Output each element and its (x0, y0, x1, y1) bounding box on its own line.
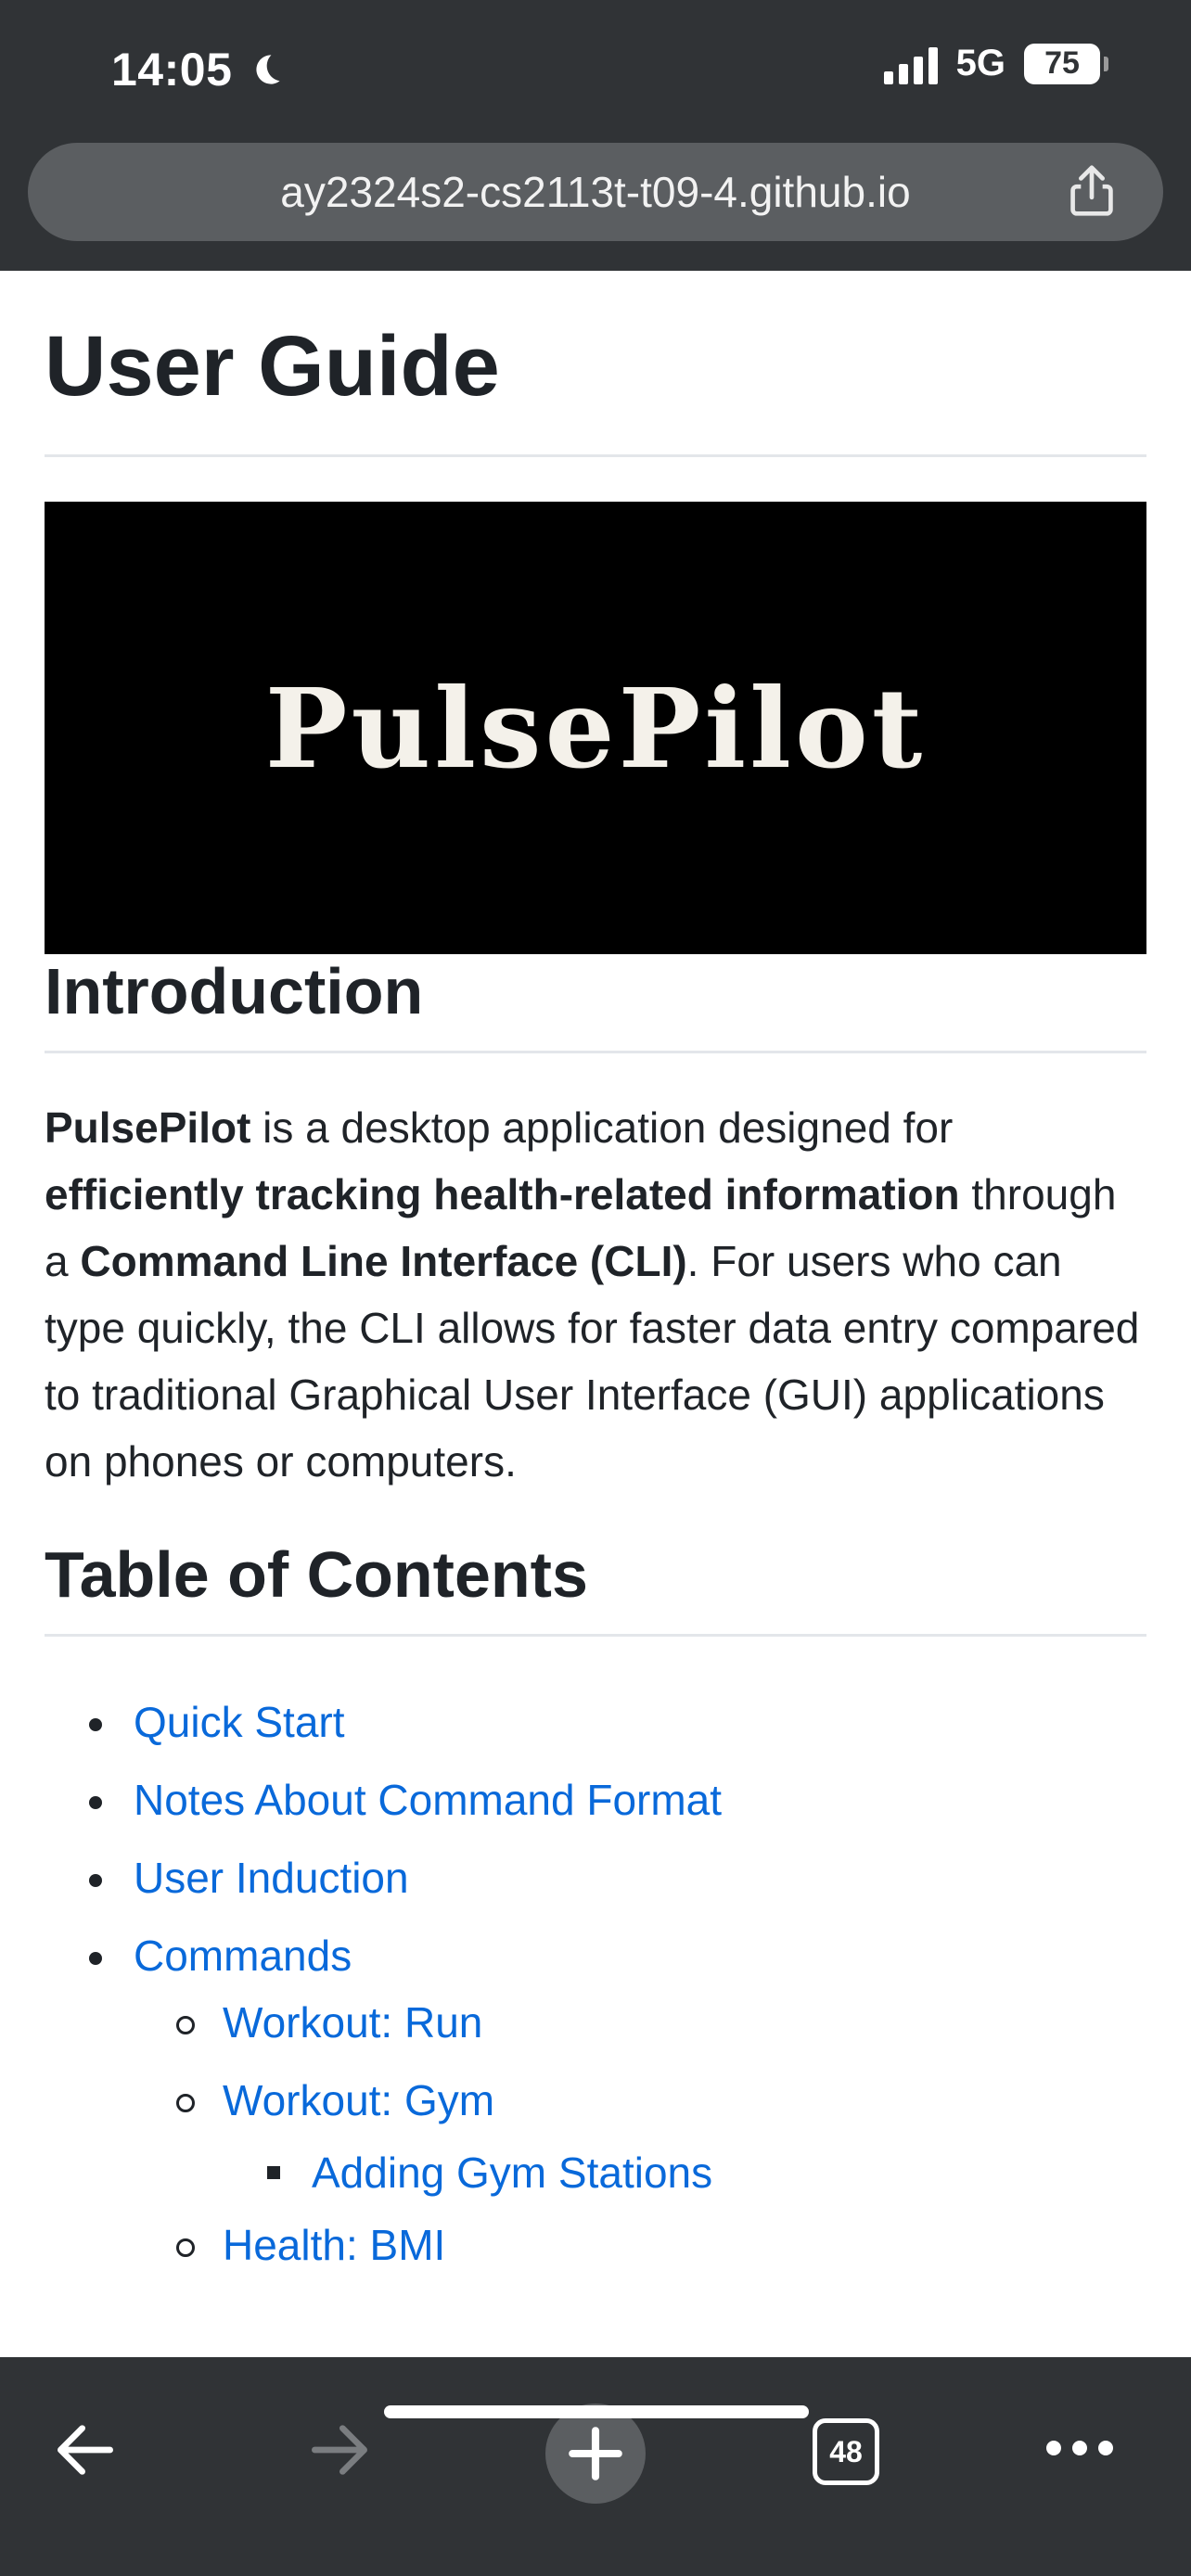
toc-link[interactable]: Health: BMI (223, 2221, 445, 2269)
toc-link[interactable]: Workout: Gym (223, 2076, 494, 2124)
toc-item-notes-command-format[interactable]: Notes About Command Format (45, 1761, 1146, 1839)
tab-count: 48 (829, 2434, 863, 2468)
url-text[interactable]: ay2324s2-cs2113t-t09-4.github.io (28, 167, 1163, 217)
intro-text-bold: efficiently tracking health-related info… (45, 1170, 960, 1218)
intro-text-bold: Command Line Interface (CLI) (80, 1237, 687, 1285)
browser-top-bar: 14:05 5G 75 ay2324s2-cs2113t-t09-4.githu… (0, 0, 1191, 271)
browser-bottom-toolbar: 48 (0, 2357, 1191, 2576)
intro-text-bold: PulsePilot (45, 1103, 251, 1152)
toc-link[interactable]: User Induction (134, 1854, 409, 1902)
moon-icon (256, 55, 280, 84)
banner-logo-text: PulsePilot (264, 663, 927, 793)
plus-icon (569, 2427, 622, 2480)
toc-item-workout-run[interactable]: Workout: Run (45, 1983, 1146, 2061)
table-of-contents: Quick Start Notes About Command Format U… (45, 1683, 1146, 2284)
toc-link[interactable]: Notes About Command Format (134, 1776, 722, 1824)
page-title: User Guide (45, 271, 1146, 457)
forward-arrow-icon[interactable] (302, 2413, 377, 2487)
toc-item-health-bmi[interactable]: Health: BMI (45, 2206, 1146, 2284)
status-indicators: 5G 75 (883, 43, 1108, 84)
page-content: User Guide PulsePilot Introduction Pulse… (45, 271, 1146, 2284)
new-tab-button[interactable] (545, 2404, 646, 2504)
toc-item-quick-start[interactable]: Quick Start (45, 1683, 1146, 1761)
battery-level: 75 (1044, 45, 1080, 81)
toc-link[interactable]: Workout: Run (223, 1998, 482, 2047)
tabs-button[interactable]: 48 (813, 2418, 879, 2485)
battery-icon: 75 (1024, 43, 1108, 84)
status-time-text: 14:05 (111, 44, 233, 96)
toc-heading: Table of Contents (45, 1537, 1146, 1637)
toc-link[interactable]: Commands (134, 1932, 352, 1980)
address-bar[interactable]: ay2324s2-cs2113t-t09-4.github.io (28, 143, 1163, 241)
network-type: 5G (955, 43, 1005, 83)
more-icon[interactable] (1046, 2441, 1113, 2455)
back-arrow-icon[interactable] (48, 2413, 122, 2487)
toc-link[interactable]: Quick Start (134, 1698, 345, 1746)
introduction-paragraph: PulsePilot is a desktop application desi… (45, 1094, 1146, 1495)
share-icon[interactable] (1059, 159, 1124, 224)
introduction-heading: Introduction (45, 954, 1146, 1053)
cellular-signal-icon (883, 44, 938, 84)
home-indicator[interactable] (384, 2405, 809, 2418)
toc-item-user-induction[interactable]: User Induction (45, 1839, 1146, 1917)
intro-text: is a desktop application designed for (250, 1103, 954, 1152)
toc-item-workout-gym[interactable]: Workout: Gym (45, 2061, 1146, 2139)
toc-link[interactable]: Adding Gym Stations (312, 2149, 712, 2197)
status-time: 14:05 (111, 43, 286, 96)
pulsepilot-banner-image: PulsePilot (45, 502, 1146, 954)
toc-item-adding-gym-stations[interactable]: Adding Gym Stations (45, 2139, 1146, 2206)
